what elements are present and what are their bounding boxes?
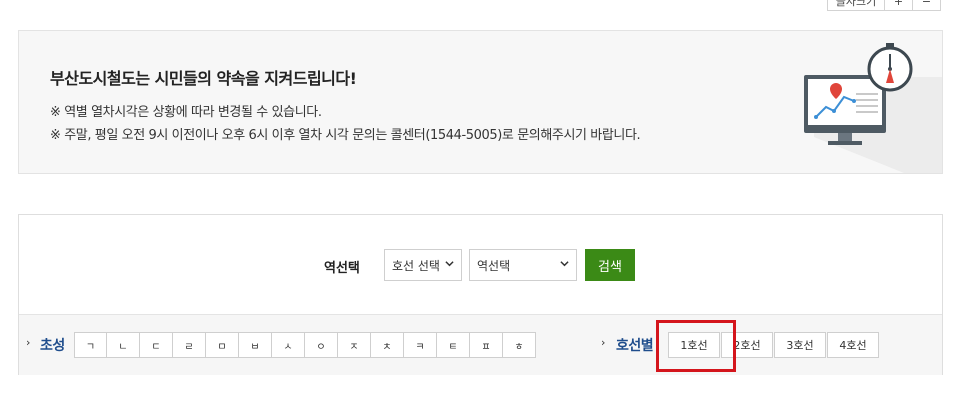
- font-size-increase-button[interactable]: +: [885, 0, 913, 11]
- line-button-3[interactable]: 3호선: [774, 332, 826, 358]
- chosung-button-kieuk[interactable]: ㅋ: [404, 332, 437, 358]
- line-button-group: 1호선 2호선 3호선 4호선: [668, 332, 880, 358]
- chosung-button-hieut[interactable]: ㅎ: [503, 332, 536, 358]
- line-filter-label: 호선별: [616, 338, 654, 354]
- chosung-button-group: ㄱ ㄴ ㄷ ㄹ ㅁ ㅂ ㅅ ㅇ ㅈ ㅊ ㅋ ㅌ ㅍ ㅎ: [74, 332, 536, 358]
- font-size-decrease-button[interactable]: −: [913, 0, 941, 11]
- chevron-right-icon: ›: [601, 336, 606, 349]
- station-select-label: 역선택: [324, 261, 360, 276]
- chosung-button-nieun[interactable]: ㄴ: [107, 332, 140, 358]
- notice-line-call-center: ※ 주말, 평일 오전 9시 이전이나 오후 6시 이후 열차 시각 문의는 콜…: [50, 128, 641, 143]
- line-button-2[interactable]: 2호선: [721, 332, 773, 358]
- line-select-value: 호선 선택: [392, 258, 440, 273]
- chosung-button-rieul[interactable]: ㄹ: [173, 332, 206, 358]
- chosung-button-bieup[interactable]: ㅂ: [239, 332, 272, 358]
- line-button-4[interactable]: 4호선: [827, 332, 879, 358]
- notice-line-schedule-change: ※ 역별 열차시각은 상황에 따라 변경될 수 있습니다.: [50, 105, 322, 120]
- font-size-control: 글자크기 + −: [827, 0, 941, 11]
- chosung-button-siot[interactable]: ㅅ: [272, 332, 305, 358]
- chosung-button-tieut[interactable]: ㅌ: [437, 332, 470, 358]
- chosung-button-giyeok[interactable]: ㄱ: [74, 332, 107, 358]
- filter-bar: › 초성 ㄱ ㄴ ㄷ ㄹ ㅁ ㅂ ㅅ ㅇ ㅈ ㅊ ㅋ ㅌ ㅍ ㅎ › 호선별 1…: [19, 314, 942, 375]
- monitor-clock-illustration: [804, 43, 942, 173]
- chosung-button-pieup[interactable]: ㅍ: [470, 332, 503, 358]
- chosung-button-jieut[interactable]: ㅈ: [338, 332, 371, 358]
- station-search-panel: 역선택 호선 선택 역선택 검색 › 초성 ㄱ ㄴ ㄷ ㄹ ㅁ ㅂ ㅅ ㅇ ㅈ: [18, 214, 943, 375]
- chosung-button-ieung[interactable]: ㅇ: [305, 332, 338, 358]
- station-select-row: 역선택 호선 선택 역선택 검색: [19, 249, 942, 281]
- chosung-button-chieut[interactable]: ㅊ: [371, 332, 404, 358]
- line-select[interactable]: 호선 선택: [384, 249, 462, 281]
- station-select[interactable]: 역선택: [469, 249, 577, 281]
- chevron-down-icon: [445, 261, 454, 267]
- chosung-button-digeut[interactable]: ㄷ: [140, 332, 173, 358]
- line-button-1[interactable]: 1호선: [668, 332, 720, 358]
- chevron-down-icon: [560, 261, 569, 267]
- chosung-label: 초성: [40, 338, 65, 354]
- notice-box: 부산도시철도는 시민들의 약속을 지켜드립니다! ※ 역별 열차시각은 상황에 …: [18, 30, 943, 174]
- notice-title: 부산도시철도는 시민들의 약속을 지켜드립니다!: [50, 69, 357, 88]
- chosung-button-mieum[interactable]: ㅁ: [206, 332, 239, 358]
- search-button[interactable]: 검색: [585, 249, 635, 281]
- station-select-value: 역선택: [477, 258, 511, 273]
- font-size-label: 글자크기: [827, 0, 885, 11]
- chevron-right-icon: ›: [26, 336, 31, 349]
